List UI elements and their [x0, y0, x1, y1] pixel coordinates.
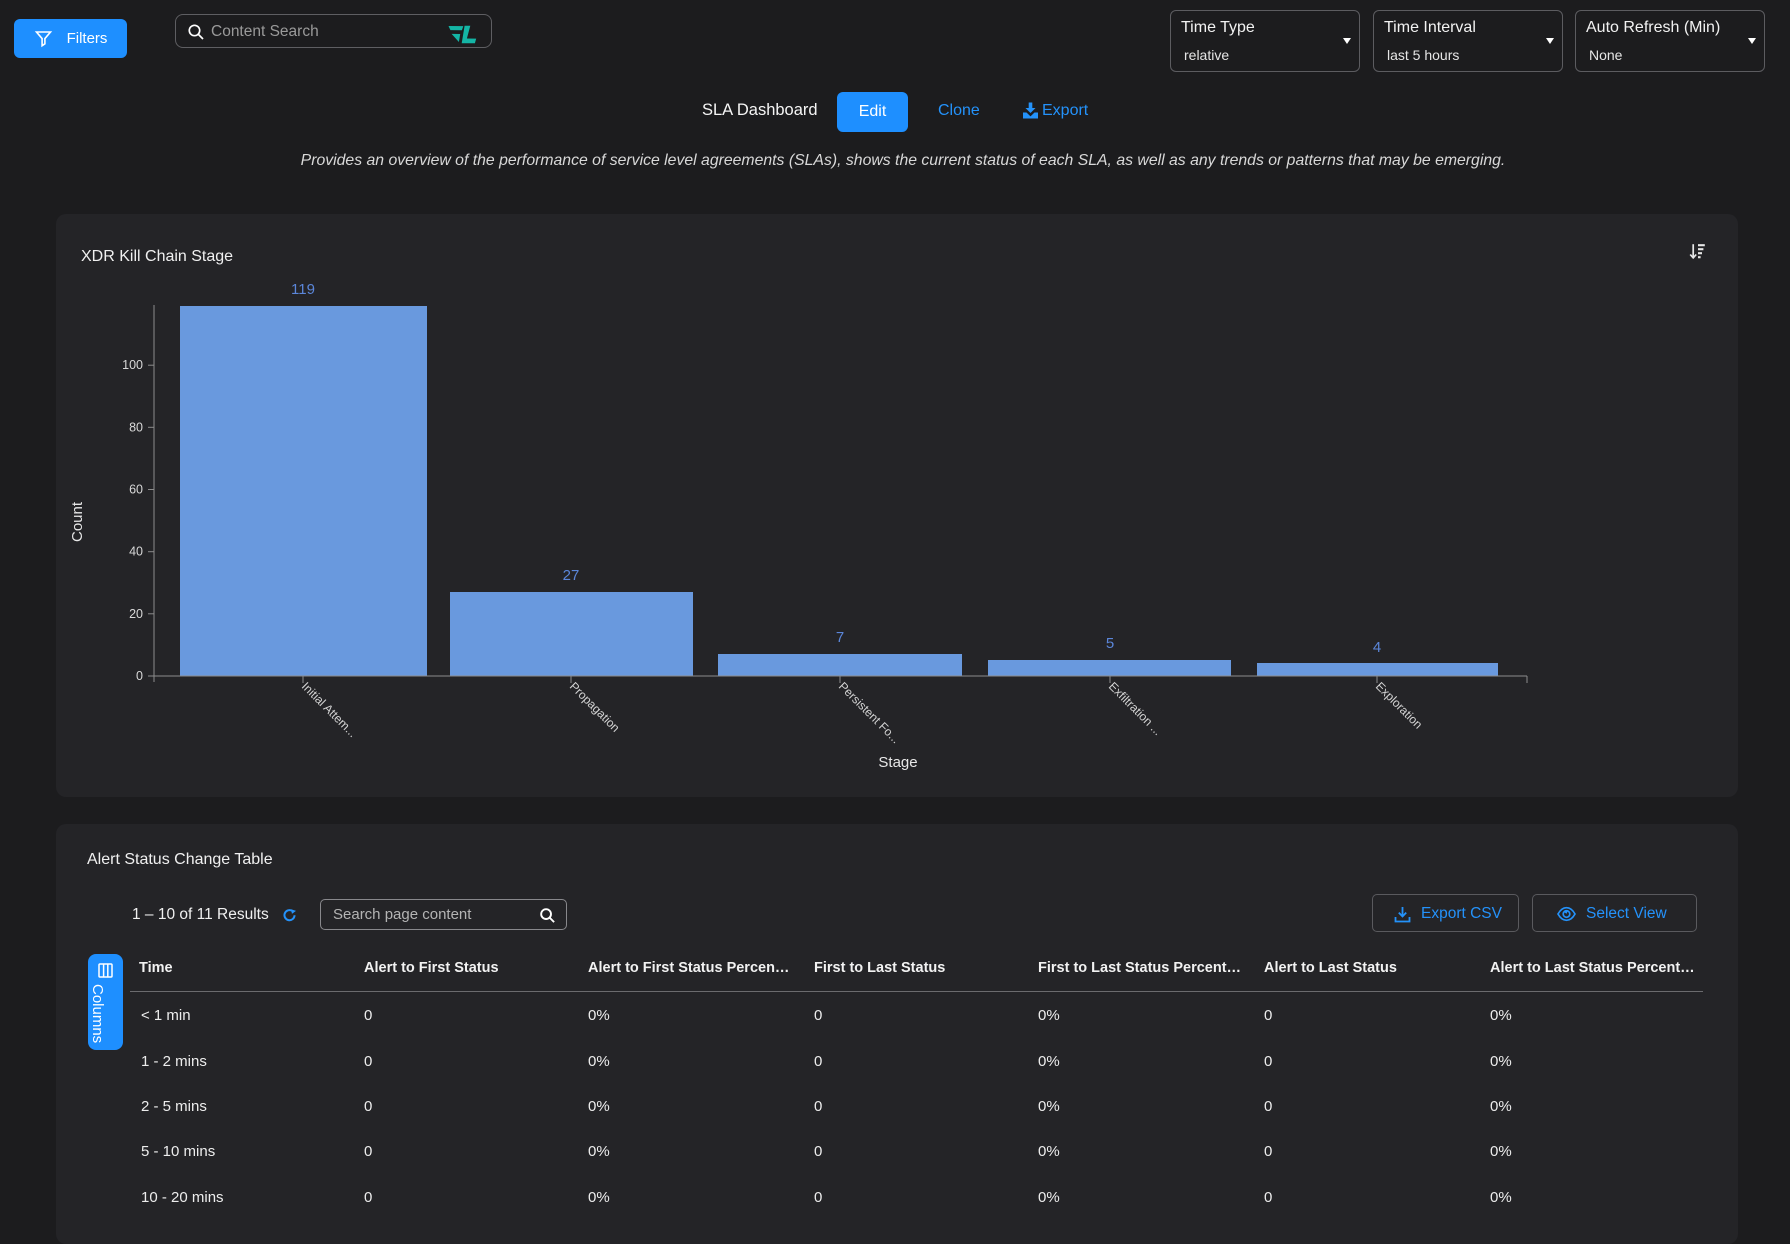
svg-text:60: 60: [129, 483, 143, 497]
svg-text:5: 5: [1106, 635, 1114, 652]
svg-text:Count: Count: [69, 501, 86, 542]
svg-text:80: 80: [129, 420, 143, 434]
svg-text:Initial Attem...: Initial Attem...: [299, 679, 360, 740]
svg-text:100: 100: [122, 358, 143, 372]
svg-text:Stage: Stage: [878, 754, 917, 771]
svg-text:40: 40: [129, 545, 143, 559]
svg-text:Exfiltration ...: Exfiltration ...: [1106, 679, 1165, 738]
svg-text:Propagation: Propagation: [567, 679, 623, 735]
svg-text:Persistent Fo...: Persistent Fo...: [836, 679, 903, 746]
svg-text:20: 20: [129, 607, 143, 621]
svg-text:7: 7: [836, 629, 844, 646]
svg-text:0: 0: [136, 669, 143, 683]
svg-text:119: 119: [291, 281, 315, 298]
svg-text:27: 27: [563, 567, 580, 584]
svg-text:Exploration: Exploration: [1373, 679, 1425, 731]
svg-text:4: 4: [1373, 639, 1381, 656]
